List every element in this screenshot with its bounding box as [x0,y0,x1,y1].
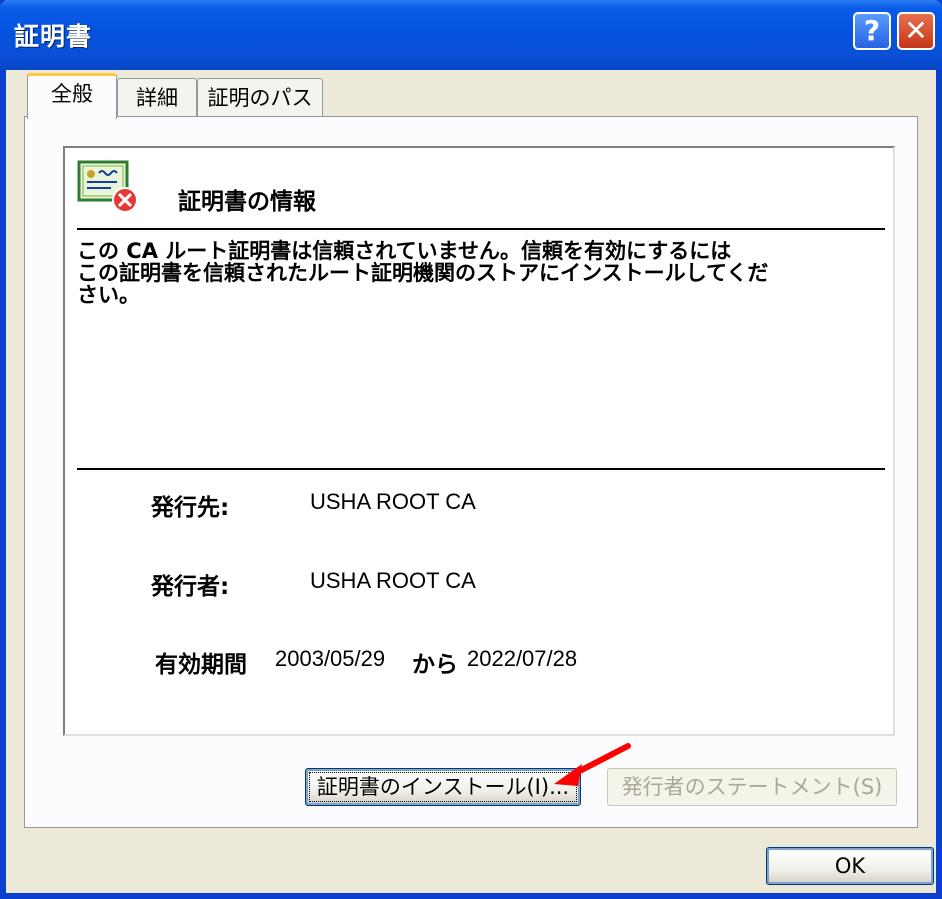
tab-details[interactable]: 詳細 [117,78,197,118]
valid-separator: から [412,652,458,678]
issued-by-label: 発行者: [151,574,230,600]
certificate-heading: 証明書の情報 [178,189,316,215]
validity-label: 有効期間 [155,652,247,678]
red-arrow-annotation [554,743,631,786]
certificate-info-box: 証明書の情報 この CA ルート証明書は信頼されていません。信頼を有効にするには… [63,146,895,736]
ok-button[interactable]: OK [766,847,934,885]
valid-from-date: 2003/05/29 [275,646,386,671]
issued-by-value: USHA ROOT CA [310,568,476,593]
issuer-statement-button[interactable]: 発行者のステートメント(S) [607,768,897,806]
certificate-error-icon [77,160,138,213]
tab-general[interactable]: 全般 [27,73,117,119]
message-line-1: この CA ルート証明書は信頼されていません。信頼を有効にするには [77,239,732,263]
issued-to-value: USHA ROOT CA [310,489,476,514]
window-title: 証明書 [14,22,93,51]
title-bar[interactable]: 証明書 ? ✕ [0,0,942,70]
divider-top [77,228,885,230]
install-certificate-label: 証明書のインストール(I)... [316,775,570,799]
message-line-2: この証明書を信頼されたルート証明機関のストアにインストールしてくだ [77,261,769,285]
issued-to-label: 発行先: [151,495,230,521]
divider-bottom [77,468,885,470]
trust-warning-message: この CA ルート証明書は信頼されていません。信頼を有効にするには この証明書を… [77,240,837,306]
close-button[interactable]: ✕ [897,12,935,50]
message-line-3: さい。 [77,283,140,307]
install-certificate-button[interactable]: 証明書のインストール(I)... [305,768,581,806]
help-button[interactable]: ? [853,12,891,50]
valid-to-date: 2022/07/28 [467,646,578,671]
tab-certification-path[interactable]: 証明のパス [197,78,323,118]
